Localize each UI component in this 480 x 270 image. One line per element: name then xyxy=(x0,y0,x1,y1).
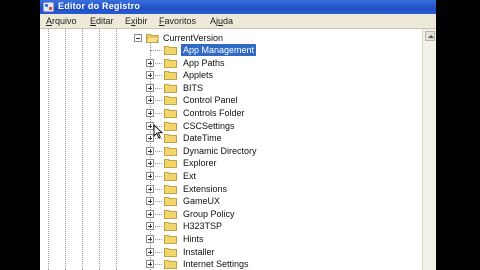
tree-node-label: Dynamic Directory xyxy=(183,145,257,156)
expand-plus-icon[interactable] xyxy=(146,235,154,243)
tree-node-label: Group Policy xyxy=(183,208,235,219)
tree-guide-line xyxy=(99,29,100,270)
folder-icon xyxy=(164,184,177,194)
menu-favoritos[interactable]: Favoritos xyxy=(159,16,196,26)
tree-node[interactable]: App Paths xyxy=(146,57,420,69)
tree-node-label: DateTime xyxy=(183,133,222,144)
expand-plus-icon[interactable] xyxy=(146,96,154,105)
tree-guide-line xyxy=(48,29,49,270)
tree-node[interactable]: Controls Folder xyxy=(146,107,420,119)
tree-guide-line xyxy=(65,29,66,270)
tree-node-label: BITS xyxy=(183,82,204,93)
tree-node-label: App Management xyxy=(181,44,257,56)
folder-icon xyxy=(164,197,177,207)
menu-editar[interactable]: Editar xyxy=(90,16,114,26)
menu-ajuda-rest: da xyxy=(223,16,234,26)
collapse-icon[interactable] xyxy=(134,34,142,42)
expand-plus-icon[interactable] xyxy=(146,71,154,80)
folder-icon xyxy=(164,121,177,131)
vertical-scrollbar[interactable] xyxy=(422,29,436,270)
window-title: Editor do Registro xyxy=(58,1,141,11)
tree-node-label: GameUX xyxy=(183,196,221,207)
tree-node-label: Controls Folder xyxy=(183,108,245,118)
expand-plus-icon[interactable] xyxy=(146,109,154,117)
menu-exibir[interactable]: Exibir xyxy=(125,16,148,26)
tree-node[interactable]: GameUX xyxy=(146,195,420,207)
expand-plus-icon[interactable] xyxy=(146,197,154,206)
expand-plus-icon[interactable] xyxy=(146,222,154,231)
mouse-pointer-icon xyxy=(153,124,163,139)
tree-node[interactable]: Group Policy xyxy=(146,208,420,220)
expand-plus-icon[interactable] xyxy=(146,260,154,269)
tree-node-label: Explorer xyxy=(183,158,217,169)
registry-editor-window: Editor do Registro Arquivo Editar Exibir… xyxy=(40,0,436,270)
menu-arquivo-rest: rquivo xyxy=(52,16,77,26)
menu-ajuda[interactable]: Ajuda xyxy=(210,16,233,26)
expand-plus-icon[interactable] xyxy=(146,209,154,218)
tree-node[interactable]: CSCSettings xyxy=(146,120,420,132)
folder-icon xyxy=(164,96,177,106)
expand-plus-icon[interactable] xyxy=(146,58,154,67)
folder-open-icon xyxy=(146,34,159,43)
tree-node[interactable]: Control Panel xyxy=(146,94,420,106)
tree-guide-line xyxy=(82,29,83,270)
tree-node[interactable]: BITS xyxy=(146,82,420,94)
registry-editor-icon xyxy=(43,2,54,12)
tree-node[interactable]: Installer xyxy=(146,246,420,258)
folder-icon xyxy=(164,83,177,93)
tree-node-label: Extensions xyxy=(183,183,228,194)
menu-editar-rest: ditar xyxy=(96,16,114,26)
tree-node-label: CSCSettings xyxy=(183,120,235,131)
menu-exibir-rest: ibir xyxy=(135,16,148,26)
folder-icon xyxy=(164,172,177,181)
tree-node-label: Hints xyxy=(183,234,204,244)
tree-guide-line xyxy=(116,29,117,270)
folder-icon xyxy=(164,109,177,118)
tree-node[interactable]: Dynamic Directory xyxy=(146,145,420,157)
tree-node-label: App Paths xyxy=(183,57,225,68)
folder-icon xyxy=(164,58,177,68)
tree-node[interactable]: DateTime xyxy=(146,132,420,144)
tree-node[interactable]: Applets xyxy=(146,69,420,81)
folder-icon xyxy=(164,134,177,144)
folder-icon xyxy=(164,46,177,55)
folder-icon xyxy=(164,71,177,81)
tree-branch-line xyxy=(150,50,162,51)
expand-plus-icon[interactable] xyxy=(146,159,154,168)
tree-node-label: Control Panel xyxy=(183,95,238,106)
tree-node-label: Internet Settings xyxy=(183,259,249,270)
tree-node-label: Applets xyxy=(183,70,214,81)
tree-node[interactable]: Ext xyxy=(146,170,420,182)
folder-icon xyxy=(164,146,177,156)
folder-icon xyxy=(164,222,177,232)
menu-bar: Arquivo Editar Exibir Favoritos Ajuda xyxy=(40,14,436,29)
menu-arquivo[interactable]: Arquivo xyxy=(46,16,77,26)
expand-plus-icon[interactable] xyxy=(146,184,154,193)
tree-node-label: Ext xyxy=(183,171,197,181)
tree-node[interactable]: App Management xyxy=(150,44,420,56)
folder-icon xyxy=(164,247,177,257)
tree-node[interactable]: Extensions xyxy=(146,183,420,195)
title-bar[interactable]: Editor do Registro xyxy=(40,0,436,14)
tree-node-label: H323TSP xyxy=(183,221,223,232)
tree-node[interactable]: Explorer xyxy=(146,157,420,169)
folder-icon xyxy=(164,235,177,244)
tree-node-label: Installer xyxy=(183,246,215,257)
expand-plus-icon[interactable] xyxy=(146,146,154,155)
folder-icon xyxy=(164,260,177,270)
tree-node[interactable]: Hints xyxy=(146,233,420,245)
expand-plus-icon[interactable] xyxy=(146,247,154,256)
registry-key-tree[interactable]: CurrentVersion App Management App Paths Ap… xyxy=(40,29,422,270)
tree-node-currentversion[interactable]: CurrentVersion xyxy=(134,32,334,44)
menu-favoritos-rest: avoritos xyxy=(164,16,197,26)
folder-icon xyxy=(164,159,177,169)
menu-ajuda-first: Aj xyxy=(210,16,219,26)
tree-node[interactable]: H323TSP xyxy=(146,220,420,232)
tree-node-label: CurrentVersion xyxy=(163,33,224,43)
expand-plus-icon[interactable] xyxy=(146,172,154,180)
tree-node[interactable]: Internet Settings xyxy=(146,258,420,270)
scroll-up-button[interactable] xyxy=(425,31,435,41)
folder-icon xyxy=(164,209,177,219)
expand-plus-icon[interactable] xyxy=(146,83,154,92)
